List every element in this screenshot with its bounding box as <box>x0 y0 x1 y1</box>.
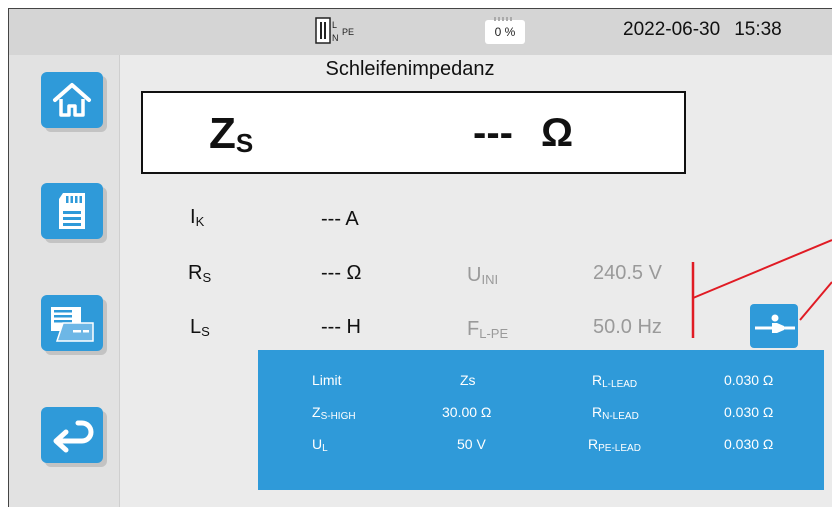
sidebar <box>9 55 120 507</box>
records-button[interactable] <box>41 295 103 351</box>
r-l-lead-value: 0.030 Ω <box>724 372 774 388</box>
r-n-lead-value: 0.030 Ω <box>724 404 774 420</box>
zs-high-value: 30.00 Ω <box>442 404 492 420</box>
rs-value: --- Ω <box>321 262 362 284</box>
ul-value: 50 V <box>457 436 486 452</box>
records-list-icon <box>51 307 94 342</box>
main-result-box: ZS --- Ω <box>141 91 686 174</box>
r-pe-lead-label: RPE-LEAD <box>588 436 641 454</box>
status-time: 15:38 <box>734 19 782 40</box>
r-l-lead-label: RL-LEAD <box>592 372 638 390</box>
status-bar: L N PE 0 % 2022-06-30 15:38 <box>9 9 832 55</box>
connection-pe-label: PE <box>342 27 354 37</box>
home-button[interactable] <box>41 72 103 128</box>
main-result-label: ZS <box>209 109 254 158</box>
connection-l-label: L <box>332 20 337 30</box>
u-ini-value: 240.5 V <box>593 262 662 284</box>
zs-high-label: ZS-HIGH <box>312 404 356 422</box>
connection-n-label: N <box>332 33 339 43</box>
u-ini-label: UINI <box>467 264 499 287</box>
plug-l-n-pe-icon: L N PE <box>315 17 365 45</box>
lead-compensation-icon <box>755 314 795 333</box>
battery-percent: 0 % <box>494 25 516 39</box>
ul-label: UL <box>312 436 328 454</box>
ik-label: IK <box>190 206 205 229</box>
main-result-value: --- Ω <box>473 111 574 155</box>
date-time: 2022-06-30 15:38 <box>623 19 782 41</box>
ls-value: --- H <box>321 316 361 338</box>
page-title: Schleifenimpedanz <box>325 58 495 80</box>
f-lpe-value: 50.0 Hz <box>593 316 662 338</box>
f-lpe-label: FL-PE <box>467 318 509 341</box>
status-date: 2022-06-30 <box>623 19 721 40</box>
r-n-lead-label: RN-LEAD <box>592 404 639 422</box>
back-button[interactable] <box>41 407 103 463</box>
ls-label: LS <box>190 316 210 339</box>
memory-button[interactable] <box>41 183 103 239</box>
memory-card-icon <box>59 193 85 229</box>
lead-compensation-button[interactable] <box>750 304 798 348</box>
back-arrow-icon <box>53 420 94 453</box>
battery-icon: 0 % <box>485 16 527 46</box>
limits-panel: Limit ZS-HIGH UL Zs 30.00 Ω 50 V RL-LEAD… <box>258 350 824 490</box>
ik-value: --- A <box>321 208 359 230</box>
home-icon <box>53 83 91 117</box>
limit-header: Limit <box>312 372 342 388</box>
r-pe-lead-value: 0.030 Ω <box>724 436 774 452</box>
rs-label: RS <box>188 262 212 285</box>
zs-header: Zs <box>460 372 476 388</box>
